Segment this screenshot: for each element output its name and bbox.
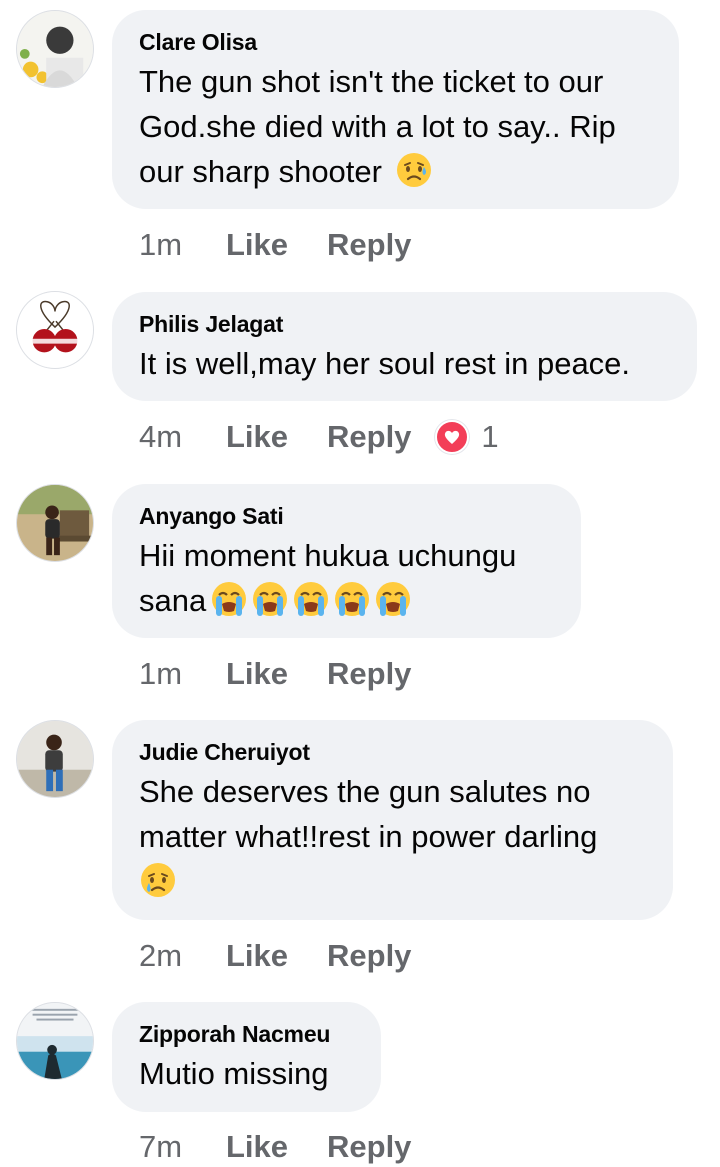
like-button[interactable]: Like xyxy=(226,656,327,692)
timestamp[interactable]: 1m xyxy=(139,227,226,263)
reply-button[interactable]: Reply xyxy=(327,419,411,455)
reply-button[interactable]: Reply xyxy=(327,938,411,974)
comment-line: our sharp shooter xyxy=(139,154,382,189)
comment-author[interactable]: Judie Cheruiyot xyxy=(139,738,647,766)
like-button[interactable]: Like xyxy=(226,419,327,455)
comment-actions: 1m Like Reply xyxy=(139,225,411,265)
crying-face-icon xyxy=(139,861,177,899)
loudly-crying-face-icon xyxy=(251,580,289,618)
comment-text: Hii moment hukua uchungu sana xyxy=(139,533,555,623)
comment-bubble: Philis Jelagat It is well,may her soul r… xyxy=(112,292,697,401)
comment-author[interactable]: Zipporah Nacmeu xyxy=(139,1020,355,1048)
comment-bubble: Clare Olisa The gun shot isn't the ticke… xyxy=(112,10,679,209)
comment-line: matter what!!rest in power darling xyxy=(139,819,598,854)
comment-line: The gun shot isn't the ticket to our xyxy=(139,64,604,99)
comment-line: She deserves the gun salutes no xyxy=(139,774,591,809)
loudly-crying-face-icon xyxy=(374,580,412,618)
loudly-crying-face-icon xyxy=(292,580,330,618)
comment-line: Mutio missing xyxy=(139,1056,329,1091)
comment-bubble: Zipporah Nacmeu Mutio missing xyxy=(112,1002,381,1112)
timestamp[interactable]: 2m xyxy=(139,938,226,974)
avatar[interactable] xyxy=(16,720,94,798)
like-button[interactable]: Like xyxy=(226,938,327,974)
comment-line: God.she died with a lot to say.. Rip xyxy=(139,109,616,144)
comment-text: Mutio missing xyxy=(139,1051,355,1096)
comment-bubble: Anyango Sati Hii moment hukua uchungu san… xyxy=(112,484,581,638)
timestamp[interactable]: 1m xyxy=(139,656,226,692)
comment-author[interactable]: Clare Olisa xyxy=(139,28,653,56)
comment-text: It is well,may her soul rest in peace. xyxy=(139,341,671,386)
comment-text: The gun shot isn't the ticket to our God.… xyxy=(139,59,653,194)
comment-bubble: Judie Cheruiyot She deserves the gun sal… xyxy=(112,720,673,920)
reaction-count: 1 xyxy=(481,419,499,454)
loudly-crying-face-icon xyxy=(210,580,248,618)
like-button[interactable]: Like xyxy=(226,227,327,263)
sad-but-relieved-face-icon xyxy=(395,151,433,189)
comment-line: sana xyxy=(139,583,207,618)
comment-actions: 7m Like Reply xyxy=(139,1127,411,1167)
avatar[interactable] xyxy=(16,10,94,88)
avatar[interactable] xyxy=(16,291,94,369)
comment-author[interactable]: Anyango Sati xyxy=(139,502,555,530)
timestamp[interactable]: 4m xyxy=(139,419,226,455)
comment-line: Hii moment hukua uchungu xyxy=(139,538,517,573)
comment-actions: 2m Like Reply xyxy=(139,936,411,976)
reply-button[interactable]: Reply xyxy=(327,227,411,263)
like-button[interactable]: Like xyxy=(226,1129,327,1165)
comment-text: She deserves the gun salutes no matter wh… xyxy=(139,769,647,904)
loudly-crying-face-icon xyxy=(333,580,371,618)
comment-author[interactable]: Philis Jelagat xyxy=(139,310,671,338)
reaction-summary[interactable]: 1 xyxy=(435,419,499,455)
comment-line: It is well,may her soul rest in peace. xyxy=(139,346,631,381)
reply-button[interactable]: Reply xyxy=(327,1129,411,1165)
avatar[interactable] xyxy=(16,1002,94,1080)
comment-actions: 4m Like Reply 1 xyxy=(139,417,499,457)
timestamp[interactable]: 7m xyxy=(139,1129,226,1165)
heart-icon xyxy=(435,420,470,454)
comment-actions: 1m Like Reply xyxy=(139,654,411,694)
reply-button[interactable]: Reply xyxy=(327,656,411,692)
avatar[interactable] xyxy=(16,484,94,562)
